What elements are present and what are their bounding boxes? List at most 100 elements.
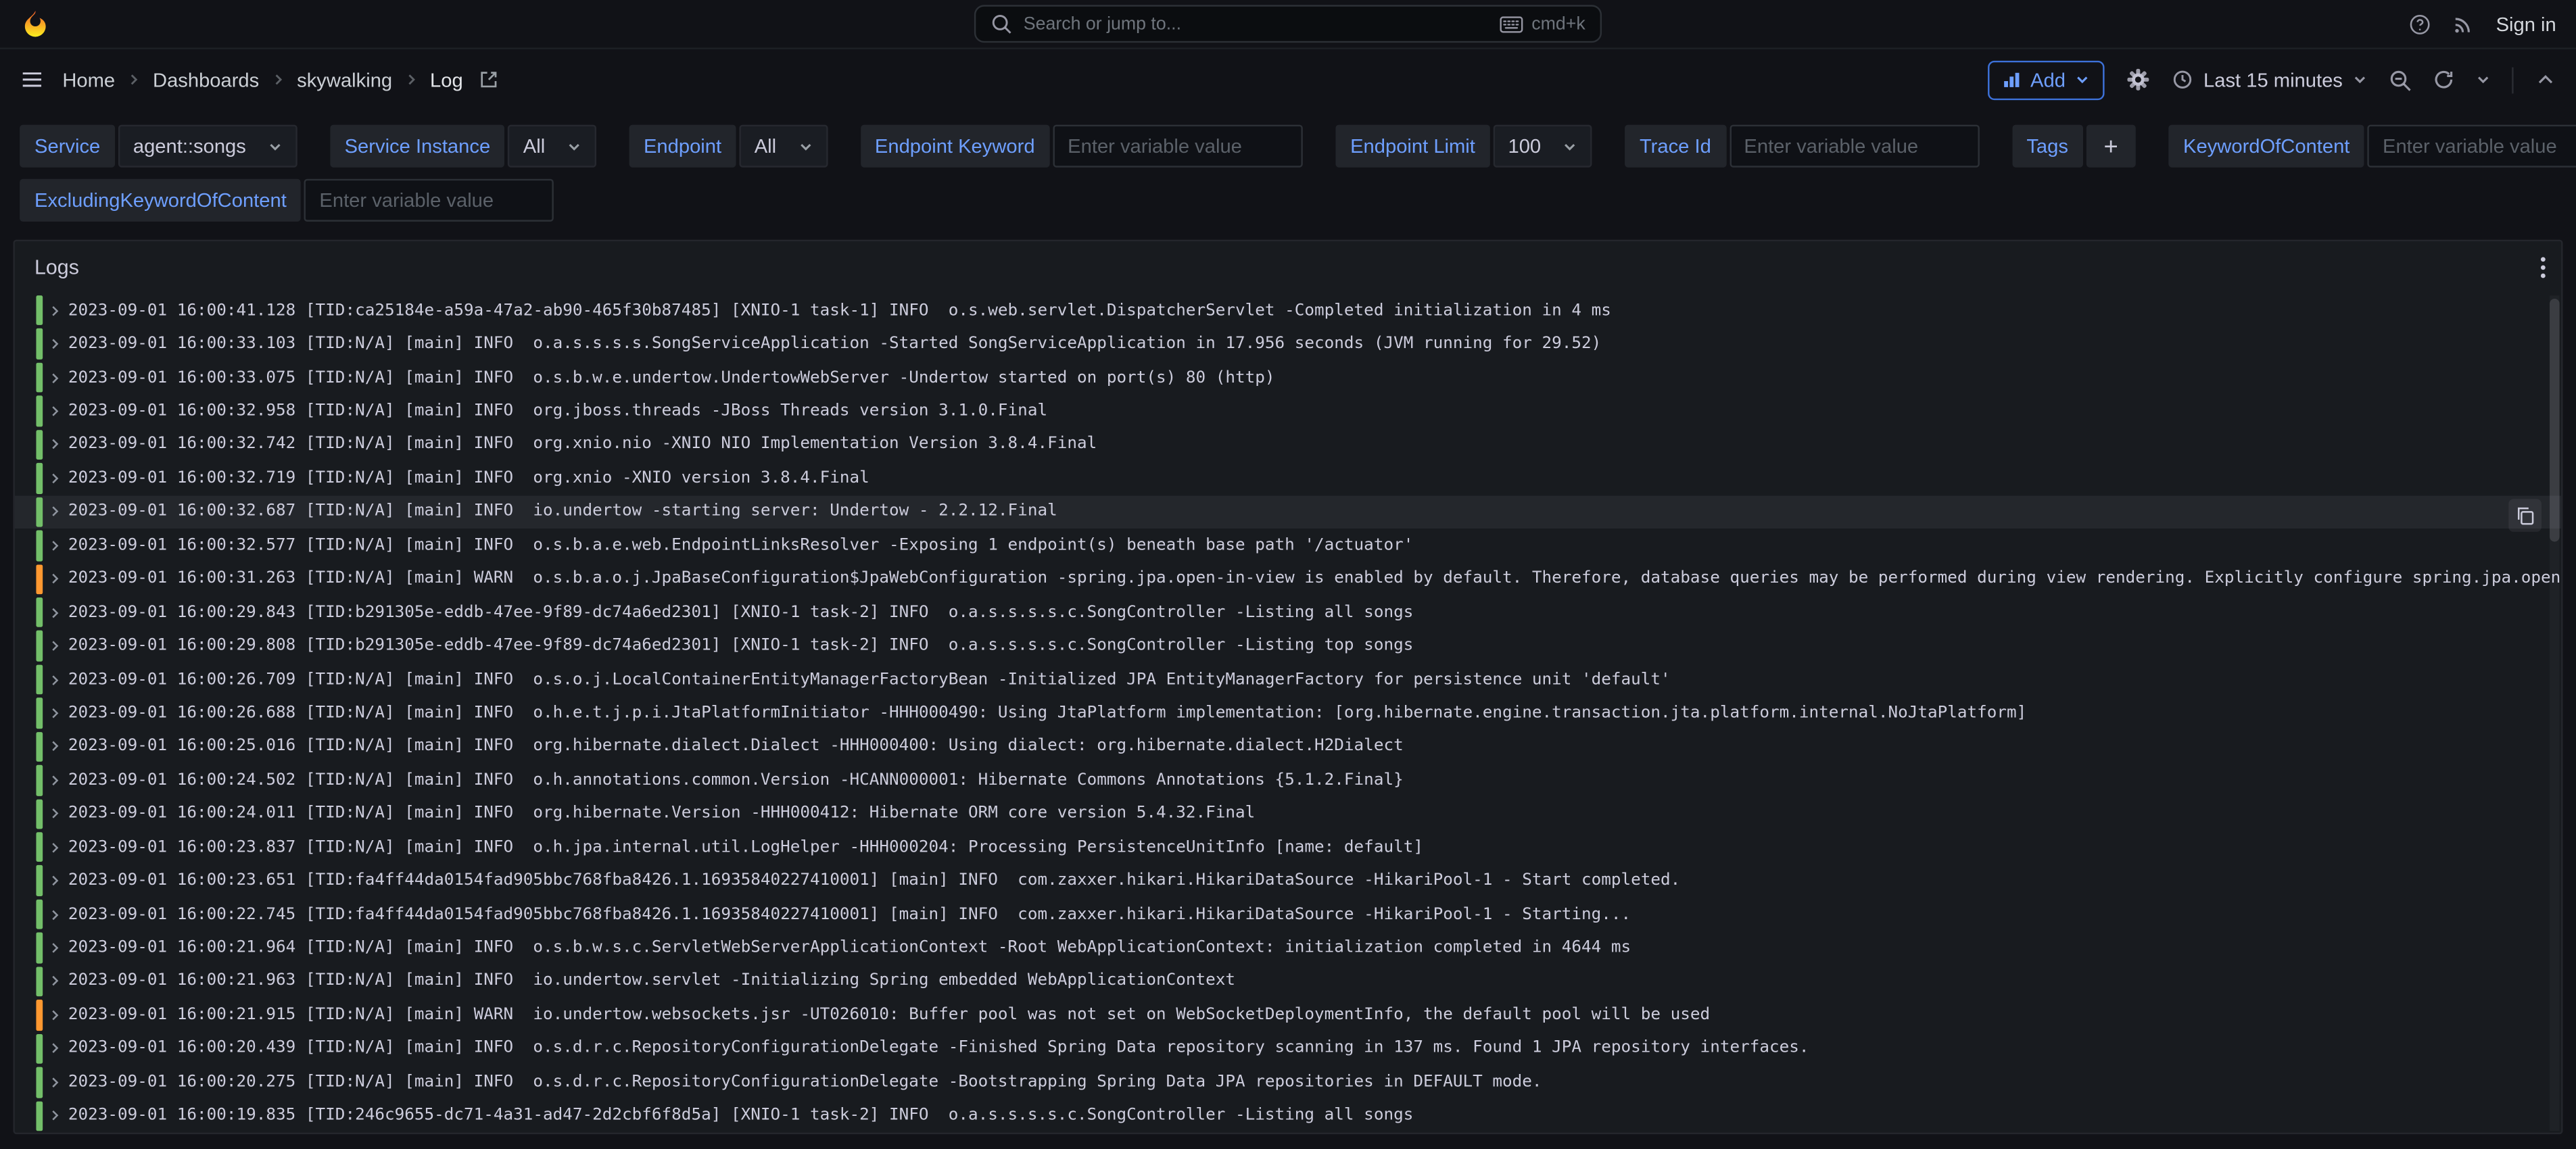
log-row[interactable]: 2023-09-01 16:00:23.837 [TID:N/A] [main]… <box>15 831 2561 864</box>
sign-in-link[interactable]: Sign in <box>2496 12 2556 35</box>
breadcrumb-dashboards[interactable]: Dashboards <box>153 68 259 91</box>
expand-log-chevron-icon[interactable] <box>49 739 60 754</box>
menu-toggle-icon[interactable] <box>20 68 44 92</box>
expand-log-chevron-icon[interactable] <box>49 706 60 720</box>
log-row[interactable]: 2023-09-01 16:00:20.439 [TID:N/A] [main]… <box>15 1032 2561 1066</box>
log-row[interactable]: 2023-09-01 16:00:32.719 [TID:N/A] [main]… <box>15 462 2561 495</box>
log-row[interactable]: 2023-09-01 16:00:21.915 [TID:N/A] [main]… <box>15 998 2561 1032</box>
log-row[interactable]: 2023-09-01 16:00:23.651 [TID:fa4ff44da01… <box>15 864 2561 898</box>
expand-log-chevron-icon[interactable] <box>49 773 60 787</box>
variable-input[interactable] <box>1730 125 1979 168</box>
expand-log-chevron-icon[interactable] <box>49 1075 60 1090</box>
collapse-topbar-chevron-up-icon[interactable] <box>2535 69 2556 91</box>
variable-value: agent::songs <box>133 135 246 157</box>
variable-input[interactable] <box>1053 125 1302 168</box>
log-level-bar-info <box>36 866 42 896</box>
breadcrumb-dashboard-name[interactable]: skywalking <box>297 68 392 91</box>
expand-log-chevron-icon[interactable] <box>49 303 60 318</box>
help-icon[interactable] <box>2409 12 2432 35</box>
search-input[interactable]: Search or jump to... cmd+k <box>974 5 1602 43</box>
variable-value-dropdown[interactable]: agent::songs <box>118 125 297 168</box>
log-row[interactable]: 2023-09-01 16:00:31.263 [TID:N/A] [main]… <box>15 562 2561 596</box>
log-row[interactable]: 2023-09-01 16:00:22.745 [TID:fa4ff44da01… <box>15 898 2561 931</box>
log-row[interactable]: 2023-09-01 16:00:26.688 [TID:N/A] [main]… <box>15 696 2561 730</box>
expand-log-chevron-icon[interactable] <box>49 974 60 989</box>
zoom-out-time-icon[interactable] <box>2389 68 2412 91</box>
log-row[interactable]: 2023-09-01 16:00:32.687 [TID:N/A] [main]… <box>15 495 2561 529</box>
expand-log-chevron-icon[interactable] <box>49 639 60 654</box>
log-level-bar-info <box>36 799 42 829</box>
log-row[interactable]: 2023-09-01 16:00:29.843 [TID:b291305e-ed… <box>15 595 2561 629</box>
expand-log-chevron-icon[interactable] <box>49 873 60 888</box>
log-level-bar-info <box>36 967 42 997</box>
add-tag-button[interactable]: + <box>2086 125 2136 168</box>
expand-log-chevron-icon[interactable] <box>49 370 60 385</box>
expand-log-chevron-icon[interactable] <box>49 941 60 956</box>
expand-log-chevron-icon[interactable] <box>49 907 60 922</box>
share-icon[interactable] <box>478 69 500 91</box>
log-row[interactable]: 2023-09-01 16:00:21.964 [TID:N/A] [main]… <box>15 931 2561 965</box>
variable-input[interactable] <box>2368 125 2576 168</box>
log-row[interactable]: 2023-09-01 16:00:32.577 [TID:N/A] [main]… <box>15 529 2561 562</box>
variable-label: Service <box>20 125 115 168</box>
log-row[interactable]: 2023-09-01 16:00:21.963 [TID:N/A] [main]… <box>15 964 2561 998</box>
expand-log-chevron-icon[interactable] <box>49 572 60 587</box>
expand-log-chevron-icon[interactable] <box>49 840 60 855</box>
log-level-bar-info <box>36 765 42 796</box>
log-row[interactable]: 2023-09-01 16:00:26.709 [TID:N/A] [main]… <box>15 663 2561 697</box>
news-icon[interactable] <box>2453 13 2475 34</box>
variable-value-dropdown[interactable]: All <box>508 125 596 168</box>
topbar-right: Sign in <box>2212 12 2556 35</box>
log-row[interactable]: 2023-09-01 16:00:24.011 [TID:N/A] [main]… <box>15 797 2561 831</box>
log-row[interactable]: 2023-09-01 16:00:32.742 [TID:N/A] [main]… <box>15 428 2561 462</box>
log-row[interactable]: 2023-09-01 16:00:19.835 [TID:246c9655-dc… <box>15 1099 2561 1133</box>
expand-log-chevron-icon[interactable] <box>49 404 60 419</box>
log-level-bar-info <box>36 295 42 326</box>
refresh-interval-chevron-icon[interactable] <box>2476 72 2491 87</box>
expand-log-chevron-icon[interactable] <box>49 673 60 687</box>
log-level-bar-info <box>36 497 42 527</box>
expand-log-chevron-icon[interactable] <box>49 538 60 553</box>
chevron-right-icon <box>404 72 419 87</box>
log-row[interactable]: 2023-09-01 16:00:24.502 [TID:N/A] [main]… <box>15 764 2561 798</box>
scrollbar-thumb[interactable] <box>2550 299 2560 541</box>
time-range-picker[interactable]: Last 15 minutes <box>2172 68 2367 91</box>
log-row[interactable]: 2023-09-01 16:00:29.808 [TID:b291305e-ed… <box>15 629 2561 663</box>
expand-log-chevron-icon[interactable] <box>49 806 60 821</box>
grafana-logo-icon[interactable] <box>20 8 51 39</box>
add-button[interactable]: Add <box>1988 60 2105 99</box>
variable-value-dropdown[interactable]: 100 <box>1494 125 1592 168</box>
log-row[interactable]: 2023-09-01 16:00:33.103 [TID:N/A] [main]… <box>15 327 2561 361</box>
breadcrumb-home[interactable]: Home <box>62 68 115 91</box>
expand-log-chevron-icon[interactable] <box>49 1108 60 1123</box>
log-row[interactable]: 2023-09-01 16:00:20.275 [TID:N/A] [main]… <box>15 1065 2561 1099</box>
variable-value-dropdown[interactable]: All <box>740 125 828 168</box>
log-text: 2023-09-01 16:00:24.502 [TID:N/A] [main]… <box>68 771 1404 789</box>
refresh-icon[interactable] <box>2433 69 2455 91</box>
expand-log-chevron-icon[interactable] <box>49 471 60 486</box>
chevron-down-icon <box>2076 72 2091 87</box>
log-text: 2023-09-01 16:00:21.915 [TID:N/A] [main]… <box>68 1006 1710 1025</box>
log-row[interactable]: 2023-09-01 16:00:33.075 [TID:N/A] [main]… <box>15 361 2561 395</box>
log-text: 2023-09-01 16:00:19.835 [TID:246c9655-dc… <box>68 1106 1414 1125</box>
log-row[interactable]: 2023-09-01 16:00:41.128 [TID:ca25184e-a5… <box>15 294 2561 328</box>
copy-log-button[interactable] <box>2508 499 2542 532</box>
expand-log-chevron-icon[interactable] <box>49 605 60 620</box>
expand-log-chevron-icon[interactable] <box>49 1042 60 1056</box>
expand-log-chevron-icon[interactable] <box>49 437 60 452</box>
expand-log-chevron-icon[interactable] <box>49 337 60 351</box>
add-button-label: Add <box>2030 68 2066 91</box>
expand-log-chevron-icon[interactable] <box>49 1008 60 1023</box>
chevron-down-icon <box>1563 139 1577 153</box>
log-text: 2023-09-01 16:00:26.688 [TID:N/A] [main]… <box>68 704 2026 723</box>
log-row[interactable]: 2023-09-01 16:00:25.016 [TID:N/A] [main]… <box>15 730 2561 764</box>
search-icon <box>991 13 1012 34</box>
variable-input[interactable] <box>305 179 554 222</box>
log-level-bar-warn <box>36 1000 42 1030</box>
variable-endpoint-limit: Endpoint Limit100 <box>1335 125 1592 168</box>
log-row[interactable]: 2023-09-01 16:00:32.958 [TID:N/A] [main]… <box>15 395 2561 429</box>
dashboard-settings-gear-icon[interactable] <box>2126 68 2151 92</box>
log-level-bar-warn <box>36 564 42 594</box>
expand-log-chevron-icon[interactable] <box>49 504 60 519</box>
panel-menu-button[interactable] <box>2539 256 2546 279</box>
